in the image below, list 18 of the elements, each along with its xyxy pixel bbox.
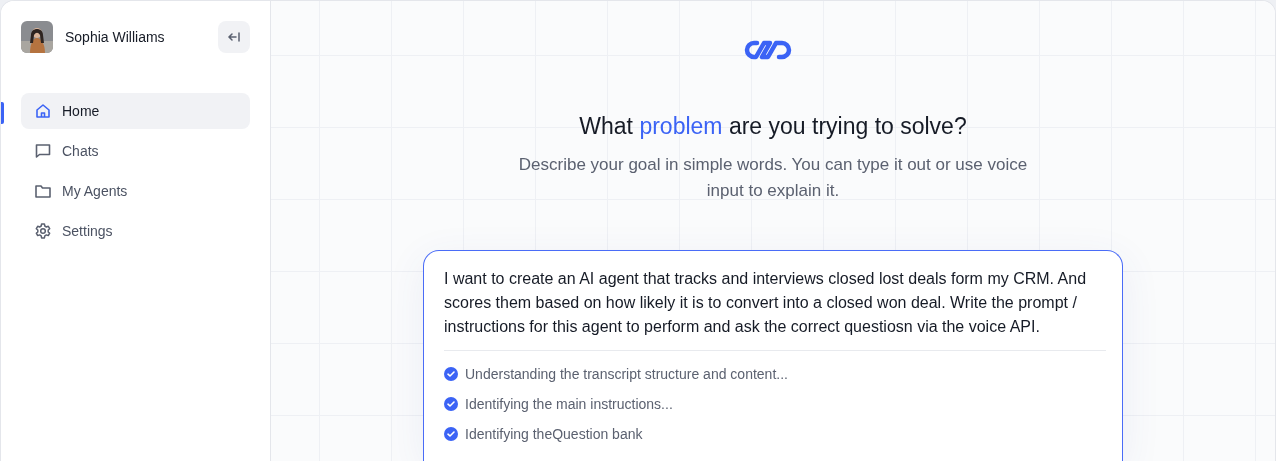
user-name: Sophia Williams xyxy=(65,29,166,45)
folder-icon xyxy=(34,182,52,200)
progress-step: Understanding the transcript structure and content... xyxy=(465,366,788,382)
active-indicator xyxy=(1,102,4,124)
sidebar-item[interactable]: Home xyxy=(21,93,250,129)
prompt-text: I want to create an AI agent that tracks and interviews closed lost deals form my CRM. And scores them based on how likely it is to convert into a closed won deal. Write the prompt / instructions for this agent to perform and ask the correct questiosn via the voice API. xyxy=(444,269,1088,337)
sidebar-item[interactable]: My Agents xyxy=(21,173,250,209)
page-subtitle: Describe your goal in simple words. You can type it out or use voice input to explain it. xyxy=(517,154,1029,202)
progress-step: Identifying the main instructions... xyxy=(465,396,673,412)
progress-step: Identifying theQuestion bank xyxy=(465,426,643,442)
sidebar-item[interactable]: Settings xyxy=(21,213,250,249)
settings-icon xyxy=(34,222,52,240)
collapse-icon xyxy=(227,30,241,44)
home-icon xyxy=(34,102,52,120)
page-heading: What problem are you trying to solve? xyxy=(579,113,967,140)
sidebar-item[interactable]: Chats xyxy=(21,133,250,169)
collapse-sidebar-button[interactable] xyxy=(218,21,250,53)
chat-icon xyxy=(34,142,52,160)
